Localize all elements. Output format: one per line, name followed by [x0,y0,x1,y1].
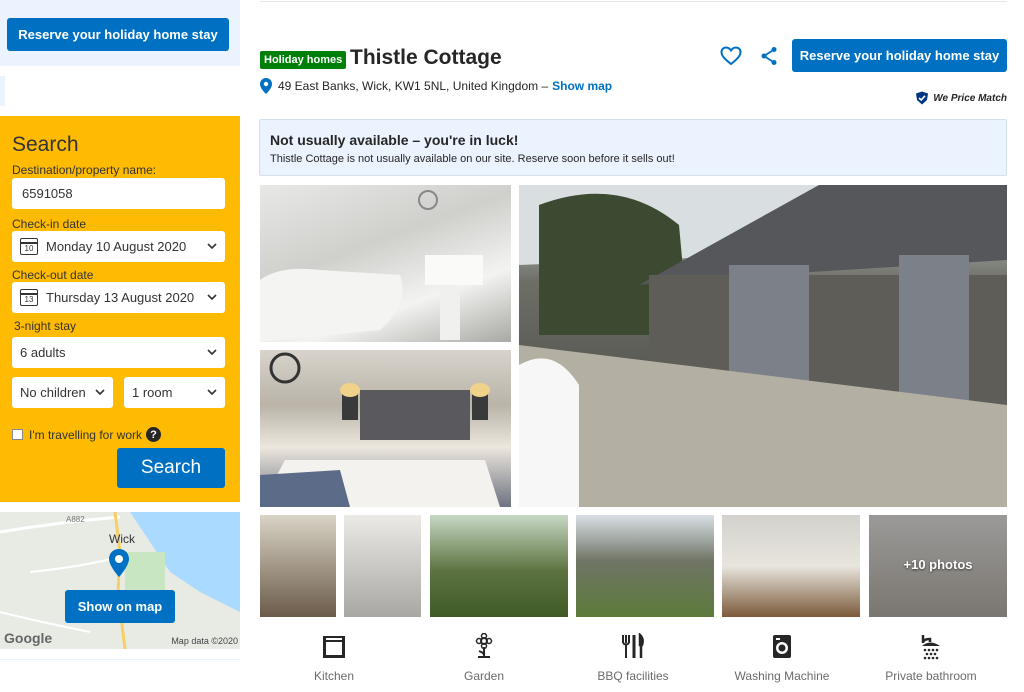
checkin-label: Check-in date [12,217,87,231]
amenity-bbq: BBQ facilities [573,633,693,683]
show-on-map-button[interactable]: Show on map [65,590,175,623]
photo-bathroom-image [260,190,483,342]
map-road-label: A882 [66,515,85,524]
photo-thumbnail[interactable] [576,515,714,617]
map-pin-icon [109,549,129,577]
checkout-value: Thursday 13 August 2020 [46,290,195,305]
availability-alert: Not usually available – you're in luck! … [259,119,1007,176]
price-match-label: We Price Match [933,92,1007,104]
shield-check-icon [916,91,929,105]
chevron-down-icon [95,389,105,396]
rooms-value: 1 room [132,385,173,400]
chevron-down-icon [207,243,217,250]
photo-thumbnail[interactable] [722,515,860,617]
property-address: 49 East Banks, Wick, KW1 5NL, United Kin… [260,78,612,94]
map-town-label: Wick [109,532,135,546]
shower-icon [921,635,940,660]
children-value: No children [20,385,86,400]
property-type-badge: Holiday homes [260,51,347,69]
checkout-label: Check-out date [12,268,94,282]
photo-exterior-image [519,185,1007,507]
more-photos-thumbnail[interactable]: +10 photos [869,515,1007,617]
amenity-private-bathroom: Private bathroom [871,633,991,683]
amenity-label: Garden [463,669,505,683]
photo-bedroom-image [260,352,500,507]
sidebar-reserve-button[interactable]: Reserve your holiday home stay [7,18,229,51]
photo-bathroom[interactable] [260,185,511,342]
address-text: 49 East Banks, Wick, KW1 5NL, United Kin… [278,79,549,93]
checkin-date-select[interactable]: 10 Monday 10 August 2020 [12,231,225,262]
reserve-button[interactable]: Reserve your holiday home stay [792,39,1007,72]
amenity-label: Kitchen [313,669,355,683]
photo-exterior[interactable] [519,185,1007,507]
search-button[interactable]: Search [117,448,225,488]
stay-length: 3-night stay [14,319,77,333]
calendar-icon: 13 [20,289,38,306]
sidebar-divider [0,76,5,106]
amenity-washing-machine: Washing Machine [722,633,842,683]
photo-thumbnail[interactable] [344,515,421,617]
sidebar-footer [0,659,240,692]
map-preview[interactable]: A882 Wick Show on map Google Map data ©2… [0,512,240,649]
price-match-badge[interactable]: We Price Match [915,91,1007,105]
search-title: Search [12,133,79,156]
top-divider [260,0,1007,2]
show-map-link[interactable]: Show map [552,79,612,93]
garden-icon [475,633,493,658]
amenity-label: Private bathroom [885,669,977,683]
property-title: Thistle Cottage [350,46,502,69]
photo-bedroom[interactable] [260,350,511,507]
chevron-down-icon [207,389,217,396]
alert-title: Not usually available – you're in luck! [270,132,519,148]
more-photos-label: +10 photos [903,557,973,572]
photo-thumbnail[interactable] [260,515,336,617]
location-pin-icon [260,78,272,94]
heart-icon[interactable] [720,46,742,66]
amenity-label: BBQ facilities [597,669,669,683]
checkin-value: Monday 10 August 2020 [46,239,187,254]
map-credit: Map data ©2020 [171,636,238,646]
amenity-garden: Garden [424,633,544,683]
help-icon[interactable]: ? [146,427,161,442]
destination-label: Destination/property name: [12,163,157,177]
checkbox[interactable] [12,429,23,440]
adults-select[interactable]: 6 adults [12,337,225,368]
google-logo: Google [4,630,53,646]
share-icon[interactable] [760,46,778,66]
amenity-kitchen: Kitchen [274,633,394,683]
alert-text: Thistle Cottage is not usually available… [270,153,675,165]
destination-input[interactable]: 6591058 [12,178,225,209]
calendar-icon: 10 [20,238,38,255]
destination-value: 6591058 [22,186,73,201]
search-panel: Search Destination/property name: 659105… [0,116,240,502]
bbq-icon [622,633,644,658]
photo-thumbnail[interactable] [430,515,568,617]
adults-value: 6 adults [20,345,66,360]
chevron-down-icon [207,294,217,301]
checkout-date-select[interactable]: 13 Thursday 13 August 2020 [12,282,225,313]
amenity-label: Washing Machine [734,669,830,683]
chevron-down-icon [207,349,217,356]
rooms-select[interactable]: 1 room [124,377,225,408]
work-travel-label: I'm travelling for work [29,427,142,442]
children-select[interactable]: No children [12,377,113,408]
work-travel-checkbox[interactable]: I'm travelling for work ? [12,427,161,442]
sidebar-reserve-panel: Reserve your holiday home stay [0,0,240,66]
washing-machine-icon [773,635,791,658]
kitchen-icon [323,636,345,658]
